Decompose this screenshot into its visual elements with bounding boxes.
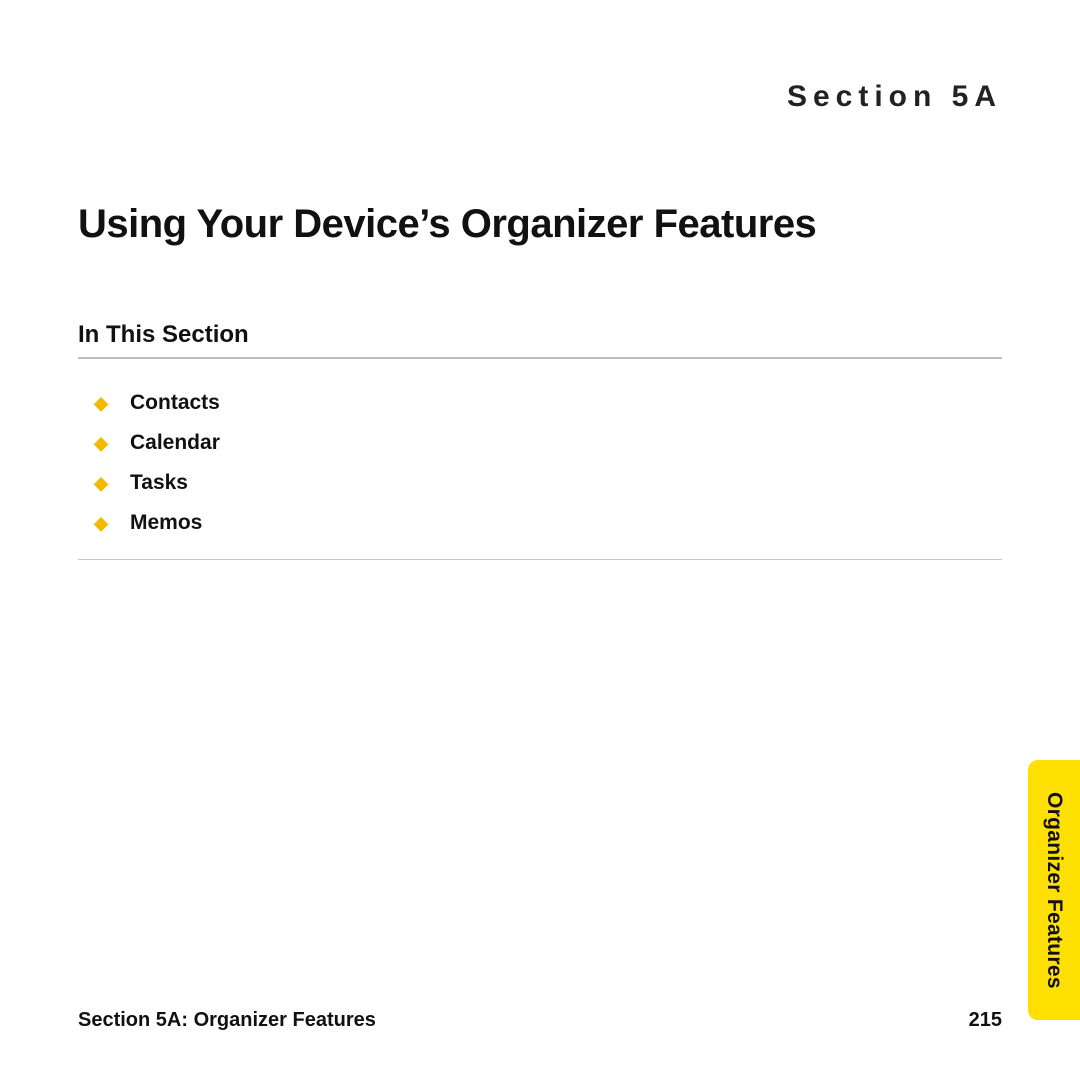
toc-item-label: Memos bbox=[130, 511, 202, 535]
toc-item-label: Calendar bbox=[130, 431, 220, 455]
thumb-tab[interactable]: Organizer Features bbox=[1028, 760, 1080, 1020]
diamond-bullet-icon: ◆ bbox=[94, 474, 108, 492]
toc-item-label: Tasks bbox=[130, 471, 188, 495]
divider-top bbox=[78, 357, 1002, 359]
toc-item-label: Contacts bbox=[130, 391, 220, 415]
diamond-bullet-icon: ◆ bbox=[94, 394, 108, 412]
page-footer: Section 5A: Organizer Features 215 bbox=[78, 1009, 1002, 1032]
manual-page: Section 5A Using Your Device’s Organizer… bbox=[0, 0, 1080, 1080]
toc-item-memos[interactable]: ◆ Memos bbox=[78, 503, 1002, 543]
divider-bottom bbox=[78, 559, 1002, 560]
toc-item-contacts[interactable]: ◆ Contacts bbox=[78, 383, 1002, 423]
toc-item-calendar[interactable]: ◆ Calendar bbox=[78, 423, 1002, 463]
toc-list: ◆ Contacts ◆ Calendar ◆ Tasks ◆ Memos bbox=[78, 383, 1002, 543]
diamond-bullet-icon: ◆ bbox=[94, 434, 108, 452]
toc-item-tasks[interactable]: ◆ Tasks bbox=[78, 463, 1002, 503]
section-label: Section 5A bbox=[78, 80, 1002, 114]
page-title: Using Your Device’s Organizer Features bbox=[78, 202, 1002, 247]
page-number: 215 bbox=[969, 1009, 1002, 1032]
in-this-section-heading: In This Section bbox=[78, 321, 1002, 349]
footer-section-title: Section 5A: Organizer Features bbox=[78, 1009, 376, 1032]
diamond-bullet-icon: ◆ bbox=[94, 514, 108, 532]
thumb-tab-label: Organizer Features bbox=[1042, 792, 1066, 989]
